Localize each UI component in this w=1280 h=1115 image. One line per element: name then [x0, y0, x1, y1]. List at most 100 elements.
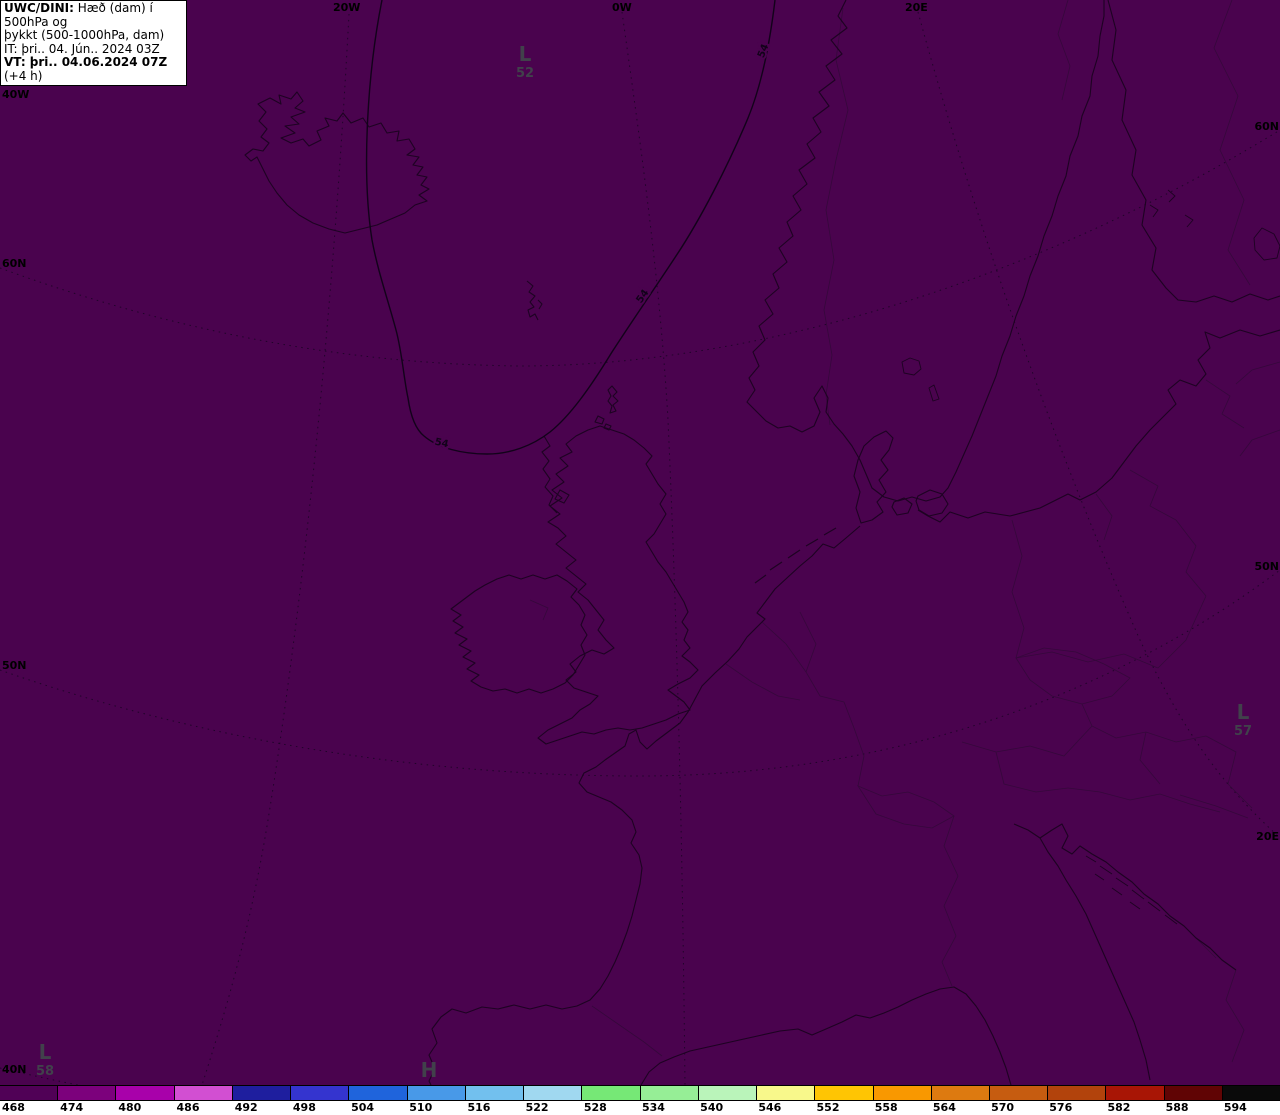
pressure-center-h: H	[421, 1060, 438, 1080]
colorbar-segment-528	[582, 1086, 641, 1100]
colorbar	[0, 1085, 1280, 1101]
title-line-1: UWC/DINI: Hæð (dam) í 500hPa og	[4, 1, 153, 29]
colorbar-segment-486	[174, 1086, 233, 1100]
coast-great-britain	[537, 425, 699, 745]
graticule-label: 20W	[333, 1, 361, 14]
coast-shetland	[594, 385, 619, 431]
graticule-label: 60N	[2, 257, 27, 270]
pressure-center-l: L 58	[36, 1042, 54, 1078]
title-line-3: IT: þri.. 04. Jún.. 2024 03Z	[4, 41, 160, 56]
colorbar-segment-468	[0, 1086, 59, 1100]
colorbar-segment-504	[349, 1086, 408, 1100]
weather-map: 54 54 54 UWC/DINI: Hæð (dam) í 500hPa og…	[0, 0, 1280, 1085]
coast-hebrides	[541, 435, 570, 514]
colorbar-segment-552	[815, 1086, 874, 1100]
graticule-label: 0W	[612, 1, 632, 14]
title-line-2: þykkt (500-1000hPa, dam)	[4, 28, 165, 42]
coast-ireland	[450, 574, 588, 694]
pressure-value: 52	[515, 66, 535, 81]
pressure-center-l: L 57	[1234, 702, 1252, 738]
coast-adriatic	[1013, 823, 1237, 1081]
graticule-label: 60N	[1254, 120, 1279, 133]
colorbar-tick-label: 474	[60, 1101, 84, 1114]
meridian-0w	[621, 11, 686, 1085]
colorbar-tick-label: 552	[816, 1101, 840, 1114]
colorbar-tick-label: 486	[176, 1101, 200, 1114]
colorbar-tick-label: 540	[700, 1101, 724, 1114]
parallel-40n	[0, 1067, 81, 1085]
colorbar-segment-492	[232, 1086, 292, 1100]
graticule-label: 50N	[2, 659, 27, 672]
coast-mediterranean	[640, 986, 1012, 1085]
colorbar-segment-564	[931, 1086, 990, 1100]
contour-line	[365, 0, 776, 455]
contour-label: 54	[756, 43, 771, 60]
colorbar-labels: 468 474 480 486 492 498 504 510 516 522 528 534 540 5…	[0, 1101, 1280, 1115]
meridian-20w	[201, 13, 350, 1085]
coast-iceland	[244, 91, 430, 234]
pressure-letter: L	[1236, 700, 1250, 724]
colorbar-segment-540	[698, 1086, 758, 1100]
colorbar-tick-label: 594	[1223, 1101, 1247, 1114]
map-svg: 54 54 54	[0, 0, 1280, 1085]
colorbar-tick-label: 564	[932, 1101, 956, 1114]
colorbar-segment-474	[58, 1086, 117, 1100]
colorbar-tick-label: 582	[1107, 1101, 1131, 1114]
colorbar-tick-label: 528	[583, 1101, 607, 1114]
colorbar-tick-label: 588	[1165, 1101, 1189, 1114]
colorbar-segment-516	[465, 1086, 525, 1100]
contour-label: 54	[634, 288, 651, 306]
coast-frisian-islands	[754, 527, 837, 584]
country-borders	[529, 0, 1280, 1063]
colorbar-tick-label: 534	[641, 1101, 665, 1114]
pressure-value: 57	[1233, 724, 1253, 739]
colorbar-segment-582	[1106, 1086, 1165, 1100]
graticule-label: 40N	[2, 1063, 27, 1076]
graticule-lines	[0, 11, 1280, 1085]
colorbar-tick-label: 510	[409, 1101, 433, 1114]
colorbar-tick-label: 558	[874, 1101, 898, 1114]
graticule-label: 20E	[905, 1, 928, 14]
parallel-60n	[0, 129, 1280, 367]
colorbar-segment-570	[989, 1086, 1049, 1100]
coast-finland-baltics	[917, 0, 1280, 523]
colorbar-segment-534	[640, 1086, 699, 1100]
colorbar-segment-522	[524, 1086, 583, 1100]
pressure-letter: H	[420, 1058, 438, 1082]
pressure-center-l: L 52	[516, 44, 534, 80]
colorbar-segment-480	[116, 1086, 175, 1100]
colorbar-segment-510	[407, 1086, 466, 1100]
graticule-label: 20E	[1256, 830, 1279, 843]
colorbar-tick-label: 480	[118, 1101, 142, 1114]
coast-scandinavia	[746, 0, 1105, 502]
colorbar-segment-594	[1222, 1086, 1280, 1100]
colorbar-segment-558	[873, 1086, 932, 1100]
colorbar-segment-588	[1164, 1086, 1223, 1100]
colorbar-tick-label: 516	[467, 1101, 491, 1114]
height-contour-540: 54 54 54	[365, 0, 776, 455]
coast-west-europe	[428, 525, 861, 1085]
colorbar-tick-label: 522	[525, 1101, 549, 1114]
title-line-4: VT: þri.. 04.06.2024 07Z (+4 h)	[4, 55, 168, 83]
colorbar-tick-label: 492	[234, 1101, 258, 1114]
title-box: UWC/DINI: Hæð (dam) í 500hPa og þykkt (5…	[0, 0, 187, 86]
coastlines	[0, 0, 1280, 1085]
pressure-letter: L	[518, 42, 532, 66]
pressure-letter: L	[38, 1040, 52, 1064]
colorbar-tick-label: 570	[991, 1101, 1015, 1114]
colorbar-tick-label: 498	[292, 1101, 316, 1114]
colorbar-tick-label: 468	[2, 1101, 25, 1114]
colorbar-segment-546	[757, 1086, 816, 1100]
pressure-value: 58	[35, 1064, 55, 1079]
colorbar-tick-label: 576	[1049, 1101, 1073, 1114]
colorbar-segment-498	[291, 1086, 350, 1100]
meridian-20e	[917, 11, 1280, 839]
colorbar-tick-label: 504	[351, 1101, 375, 1114]
graticule-label: 50N	[1254, 560, 1279, 573]
coast-croatian-islands	[1085, 855, 1178, 925]
contour-label: 54	[434, 437, 450, 451]
graticule-label: 40W	[2, 88, 30, 101]
colorbar-segment-576	[1048, 1086, 1107, 1100]
coast-lakes	[901, 189, 1280, 402]
coast-denmark	[853, 430, 949, 524]
